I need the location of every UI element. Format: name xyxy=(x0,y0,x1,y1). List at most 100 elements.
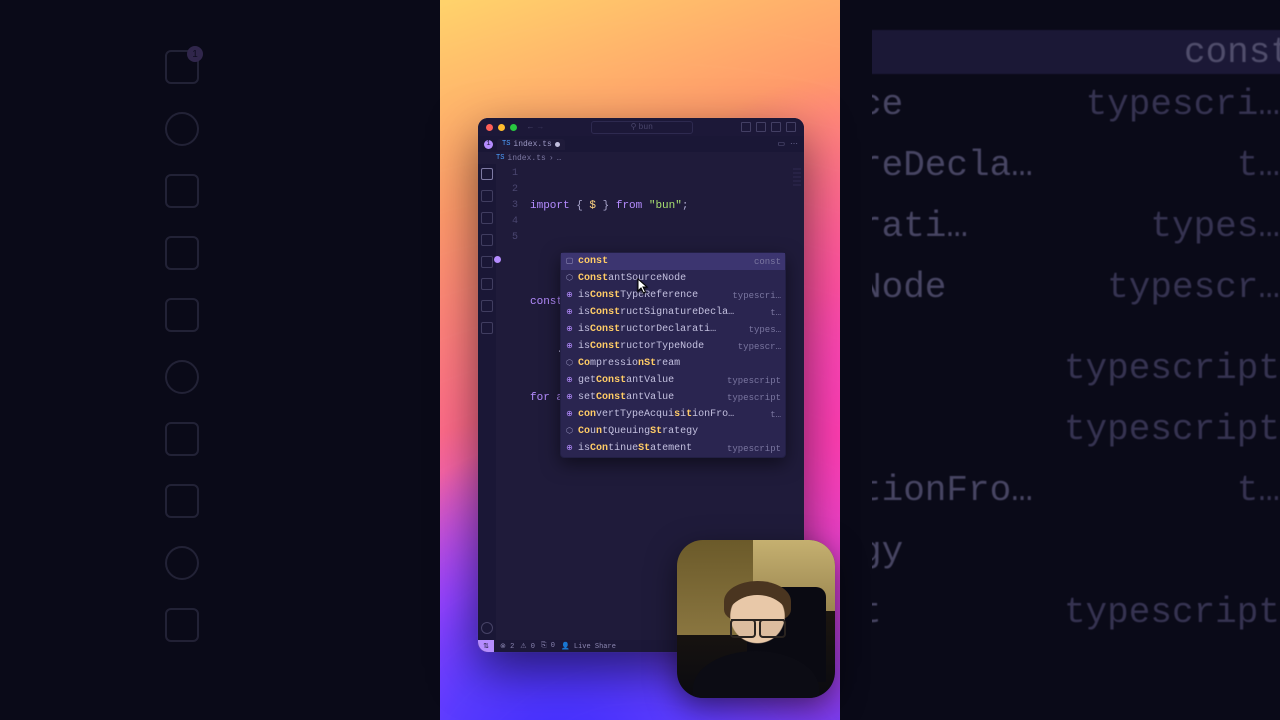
completion-source: typescr… xyxy=(738,339,781,355)
breadcrumb[interactable]: TS index.ts › … xyxy=(478,152,804,164)
background-activity-icons xyxy=(152,50,212,642)
line-number: 2 xyxy=(496,182,524,198)
autocomplete-item[interactable]: ⊕isConstructorTypeNodetypescr… xyxy=(561,338,785,355)
typescript-file-icon: TS xyxy=(496,154,504,162)
activity-badge[interactable]: 1 xyxy=(484,140,493,149)
background-blur-right: const cetypescri…reDecla…t…rati…types…No… xyxy=(860,0,1280,720)
files-icon xyxy=(165,50,199,84)
bg-suggestion-line xyxy=(860,318,1280,338)
window-titlebar[interactable]: ← → ⚲ bun xyxy=(478,118,804,136)
line-number: 1 xyxy=(496,166,524,182)
completion-label: isConstTypeReference xyxy=(578,288,728,304)
completion-kind-icon: ⊕ xyxy=(564,341,575,352)
nav-back-icon[interactable]: ← xyxy=(528,123,533,132)
more-actions-icon[interactable]: ⋯ xyxy=(790,139,798,149)
debug-icon xyxy=(165,236,199,270)
misc-icon[interactable] xyxy=(481,322,493,334)
completion-source: const xyxy=(754,254,781,270)
explorer-icon[interactable] xyxy=(481,168,493,180)
screenshot-stage: const cetypescri…reDecla…t…rati…types…No… xyxy=(0,0,1280,720)
autocomplete-item[interactable]: ▢constconst xyxy=(561,253,785,270)
extensions-icon[interactable] xyxy=(481,256,493,268)
search-placeholder: bun xyxy=(639,123,653,132)
remote-indicator[interactable]: ⇅ xyxy=(478,640,494,652)
completion-kind-icon: ⬡ xyxy=(564,426,575,437)
minimap[interactable] xyxy=(793,168,801,188)
autocomplete-popup[interactable]: ▢constconst⬡ConstantSourceNode⊕isConstTy… xyxy=(560,252,786,458)
breadcrumb-more: … xyxy=(557,154,562,163)
bg-suggestion-line: rati…types… xyxy=(860,196,1280,257)
search-icon: ⚲ xyxy=(631,122,637,132)
line-number-gutter: 12345 xyxy=(496,166,524,246)
remote-icon xyxy=(165,360,199,394)
split-editor-icon[interactable]: ▭ xyxy=(777,139,785,149)
bg-suggestion-line: reDecla…t… xyxy=(860,135,1280,196)
live-share[interactable]: 👤 Live Share xyxy=(561,642,616,651)
search-icon xyxy=(165,112,199,146)
completion-source: typescript xyxy=(727,441,781,457)
layout-icon[interactable] xyxy=(741,122,751,132)
completion-kind-icon: ⊕ xyxy=(564,443,575,454)
bg-suggestion-line: ttypescript xyxy=(860,582,1280,643)
line-number: 4 xyxy=(496,214,524,230)
completion-kind-icon: ⬡ xyxy=(564,273,575,284)
close-icon[interactable] xyxy=(486,124,493,131)
warnings-count[interactable]: ⚠ 0 xyxy=(520,642,535,651)
account-icon xyxy=(165,546,199,580)
layout-icon[interactable] xyxy=(771,122,781,132)
completion-kind-icon: ⬡ xyxy=(564,358,575,369)
tab-index-ts[interactable]: TS index.ts xyxy=(497,139,565,150)
autocomplete-item[interactable]: ⊕isConstructorDeclarati…types… xyxy=(561,321,785,338)
zoom-icon[interactable] xyxy=(510,124,517,131)
autocomplete-item[interactable]: ⊕convertTypeAcquisitionFro…t… xyxy=(561,406,785,423)
autocomplete-item[interactable]: ⊕setConstantValuetypescript xyxy=(561,389,785,406)
completion-label: const xyxy=(578,254,750,270)
line-number: 5 xyxy=(496,230,524,246)
completion-label: isConstructorDeclarati… xyxy=(578,322,745,338)
typescript-file-icon: TS xyxy=(502,140,510,148)
completion-kind-icon: ⊕ xyxy=(564,375,575,386)
misc-icon xyxy=(165,484,199,518)
activity-bar xyxy=(478,164,496,640)
autocomplete-item[interactable]: ⊕isConstTypeReferencetypescri… xyxy=(561,287,785,304)
completion-label: isConstructorTypeNode xyxy=(578,339,734,355)
autocomplete-item[interactable]: ⊕isConstructSignatureDecla…t… xyxy=(561,304,785,321)
breakpoint-gutter-dot[interactable] xyxy=(494,256,501,263)
autocomplete-item[interactable]: ⬡ConstantSourceNode xyxy=(561,270,785,287)
minimize-icon[interactable] xyxy=(498,124,505,131)
completion-label: CompressionStream xyxy=(578,356,781,372)
completion-label: isConstructSignatureDecla… xyxy=(578,305,766,321)
run-debug-icon[interactable] xyxy=(481,234,493,246)
bg-suggestion-line: typescript xyxy=(860,399,1280,460)
layout-icon[interactable] xyxy=(756,122,766,132)
search-icon[interactable] xyxy=(481,190,493,202)
completion-source: typescript xyxy=(727,390,781,406)
command-center-search[interactable]: ⚲ bun xyxy=(591,121,693,134)
remote-icon[interactable] xyxy=(481,278,493,290)
completion-kind-icon: ▢ xyxy=(564,256,575,267)
completion-source: typescri… xyxy=(732,288,781,304)
letterbox-left xyxy=(408,0,440,720)
layout-icon[interactable] xyxy=(786,122,796,132)
letterbox-right xyxy=(840,0,872,720)
accounts-icon[interactable] xyxy=(481,622,493,634)
completion-source: types… xyxy=(749,322,781,338)
errors-count[interactable]: ⊗ 2 xyxy=(500,642,514,651)
line-number: 3 xyxy=(496,198,524,214)
bg-suggestion-line: tionFro…t… xyxy=(860,460,1280,521)
completion-label: isContinueStatement xyxy=(578,441,723,457)
testing-icon xyxy=(165,422,199,456)
bg-suggestion-line: cetypescri… xyxy=(860,74,1280,135)
autocomplete-item[interactable]: ⊕isContinueStatementtypescript xyxy=(561,440,785,457)
completion-label: CountQueuingStrategy xyxy=(578,424,781,440)
nav-forward-icon[interactable]: → xyxy=(538,123,543,132)
completion-label: ConstantSourceNode xyxy=(578,271,781,287)
source-control-icon[interactable] xyxy=(481,212,493,224)
completion-kind-icon: ⊕ xyxy=(564,307,575,318)
layout-controls[interactable] xyxy=(741,122,796,132)
autocomplete-item[interactable]: ⬡CompressionStream xyxy=(561,355,785,372)
ports-count[interactable]: ⎘ 0 xyxy=(541,642,555,650)
autocomplete-item[interactable]: ⊕getConstantValuetypescript xyxy=(561,372,785,389)
testing-icon[interactable] xyxy=(481,300,493,312)
autocomplete-item[interactable]: ⬡CountQueuingStrategy xyxy=(561,423,785,440)
